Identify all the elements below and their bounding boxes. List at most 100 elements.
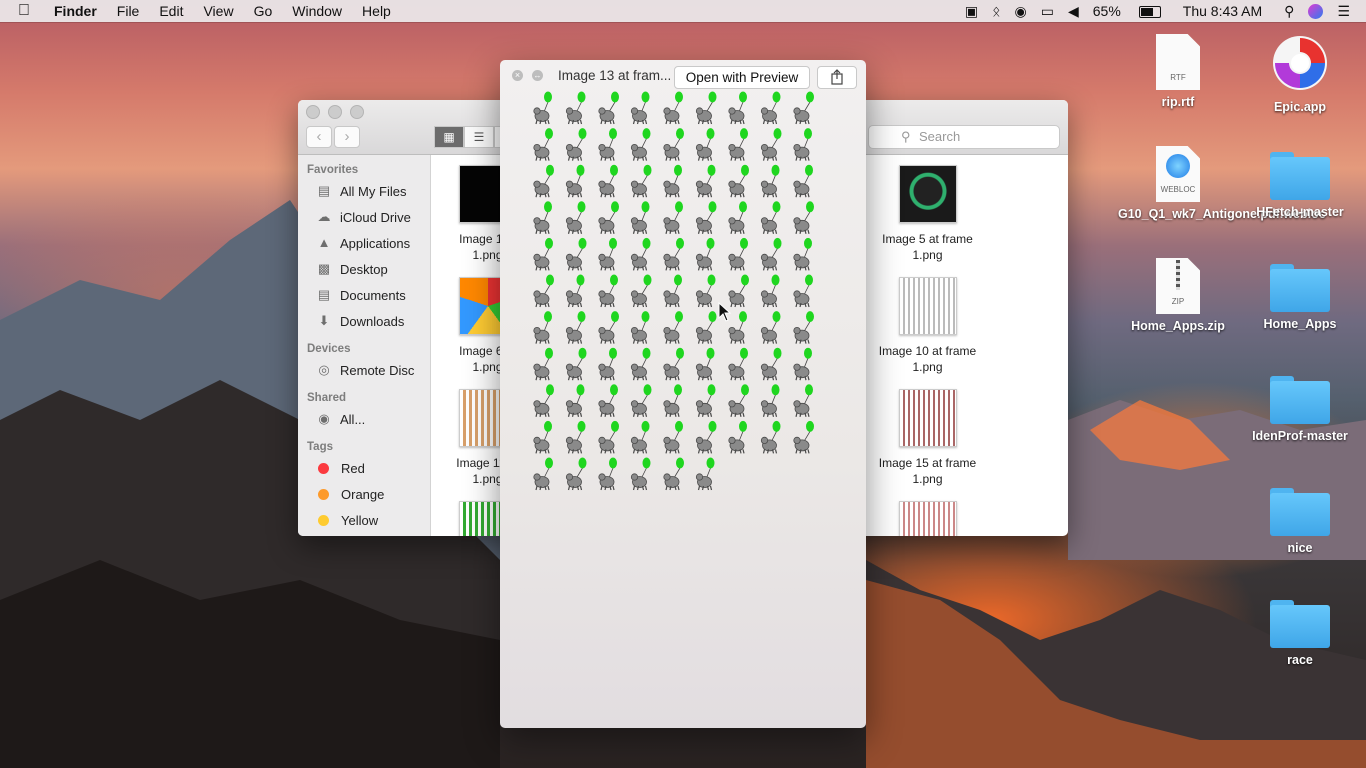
desktop-icon-idenprof-master[interactable]: IdenProf-master [1240, 370, 1360, 444]
creature-sprite [565, 457, 587, 491]
desktop-icon-home-apps-zip[interactable]: ZIP Home_Apps.zip [1118, 258, 1238, 334]
notification-center-icon[interactable]: ☰ [1337, 3, 1350, 20]
icon-view-button[interactable]: ▦ [434, 126, 464, 148]
creature-sprite [533, 274, 554, 308]
creature-sprite [695, 237, 715, 271]
creature-sprite [598, 91, 619, 125]
sidebar-item-documents[interactable]: ▤ Documents [298, 282, 430, 308]
battery-percent[interactable]: 65% [1093, 3, 1121, 19]
creature-sprite [598, 347, 617, 381]
file-item-image-15[interactable]: Image 15 at frame 1.png [870, 389, 985, 487]
creature-sprite [695, 128, 715, 161]
creature-sprite [760, 347, 782, 381]
creature-sprite [598, 201, 619, 234]
creature-sprite [695, 201, 717, 234]
forward-button[interactable]: › [334, 126, 360, 148]
creature-sprite [663, 457, 684, 491]
battery-icon[interactable] [1125, 3, 1161, 19]
document-icon: RTF [1156, 34, 1200, 90]
creature-sprite [598, 420, 619, 454]
creature-sprite [760, 237, 782, 271]
image-thumbnail [898, 165, 957, 223]
creature-sprite [793, 420, 814, 454]
desktop-icon-nice[interactable]: nice [1240, 482, 1360, 556]
menu-edit[interactable]: Edit [159, 3, 183, 19]
creature-sprite [533, 237, 553, 271]
creature-sprite [533, 347, 553, 381]
creature-sprite [630, 237, 651, 271]
wifi-icon[interactable]: ◉ [1015, 3, 1027, 20]
creature-sprite [663, 420, 683, 454]
creature-sprite [533, 311, 552, 344]
menu-app-name[interactable]: Finder [54, 3, 97, 19]
creature-sprite [663, 128, 684, 161]
clock[interactable]: Thu 8:43 AM [1183, 3, 1262, 19]
sidebar-item-icloud-drive[interactable]: ☁ iCloud Drive [298, 204, 430, 230]
creature-sprite [728, 164, 749, 198]
menu-window[interactable]: Window [292, 3, 342, 19]
creature-sprite [630, 164, 652, 198]
bluetooth-icon[interactable]: ᛟ [992, 3, 1000, 19]
sidebar-item-shared-all[interactable]: ◉ All... [298, 406, 430, 432]
creature-sprite [728, 91, 747, 125]
desktop-icon-hfetch-master[interactable]: HFetch-master [1240, 146, 1360, 220]
airplay-icon[interactable]: ▭ [1041, 3, 1054, 20]
sidebar-tag-yellow[interactable]: Yellow [298, 507, 430, 533]
creature-sprite [630, 128, 651, 161]
menu-help[interactable]: Help [362, 3, 391, 19]
creature-sprite [533, 128, 553, 161]
creature-sprite [630, 201, 650, 234]
sidebar-item-all-my-files[interactable]: ▤ All My Files [298, 178, 430, 204]
creature-sprite [695, 91, 717, 125]
close-button[interactable] [306, 105, 320, 119]
search-field[interactable]: ⚲ Search [868, 125, 1060, 149]
menu-go[interactable]: Go [254, 3, 273, 19]
creature-sprite [793, 237, 812, 271]
creature-sprite [760, 311, 781, 344]
creature-sprite [565, 347, 587, 381]
siri-icon[interactable] [1308, 3, 1324, 19]
creature-sprite [630, 457, 651, 491]
volume-icon[interactable]: ◀ [1068, 3, 1079, 20]
creature-sprite [793, 164, 813, 198]
desktop-icon-home-apps[interactable]: Home_Apps [1240, 258, 1360, 332]
creature-sprite [663, 164, 682, 198]
creature-sprite [695, 420, 717, 454]
minimize-button[interactable] [328, 105, 342, 119]
creature-sprite [663, 201, 683, 234]
creature-sprite [728, 420, 747, 454]
package-icon[interactable]: ▣ [965, 3, 978, 20]
apple-menu-icon[interactable]:  [18, 2, 38, 20]
webloc-compass-icon: WEBLOC [1156, 146, 1200, 202]
menu-view[interactable]: View [203, 3, 233, 19]
creature-sprite [793, 274, 813, 308]
downloads-icon: ⬇ [318, 313, 330, 328]
sidebar-tag-orange[interactable]: Orange [298, 481, 430, 507]
sidebar-tag-red[interactable]: Red [298, 455, 430, 481]
desktop-icon-rip-rtf[interactable]: RTF rip.rtf [1118, 34, 1238, 110]
zoom-button[interactable] [350, 105, 364, 119]
orange-tag-dot-icon [318, 488, 329, 500]
sidebar-item-desktop[interactable]: ▩ Desktop [298, 256, 430, 282]
creature-sprite [760, 91, 781, 125]
desktop-icon-race[interactable]: race [1240, 594, 1360, 668]
desktop-icon-webloc[interactable]: WEBLOC G10_Q1_wk7_Antigone.pdf.webloc [1118, 146, 1326, 222]
creature-sprite [533, 164, 554, 198]
file-item-image-5[interactable]: Image 5 at frame 1.png [870, 165, 985, 263]
sidebar-item-applications[interactable]: ▲ Applications [298, 230, 430, 256]
sidebar-header-favorites: Favorites [307, 164, 359, 176]
sidebar-item-remote-disc[interactable]: ◎ Remote Disc [298, 357, 430, 383]
file-item-image-10[interactable]: Image 10 at frame 1.png [870, 277, 985, 375]
creature-sprite [760, 201, 781, 234]
sidebar-item-downloads[interactable]: ⬇ Downloads [298, 308, 430, 334]
documents-icon: ▤ [317, 287, 331, 302]
spotlight-search-icon[interactable]: ⚲ [1284, 3, 1294, 20]
creature-sprite [793, 128, 812, 161]
file-item-partial[interactable] [870, 501, 985, 536]
list-view-button[interactable]: ☰ [464, 126, 494, 148]
desktop-icon-epic-app[interactable]: Epic.app [1240, 34, 1360, 115]
image-preview-creature-grid [533, 91, 814, 491]
creature-sprite [630, 311, 650, 344]
back-button[interactable]: ‹ [306, 126, 332, 148]
menu-file[interactable]: File [117, 3, 140, 19]
